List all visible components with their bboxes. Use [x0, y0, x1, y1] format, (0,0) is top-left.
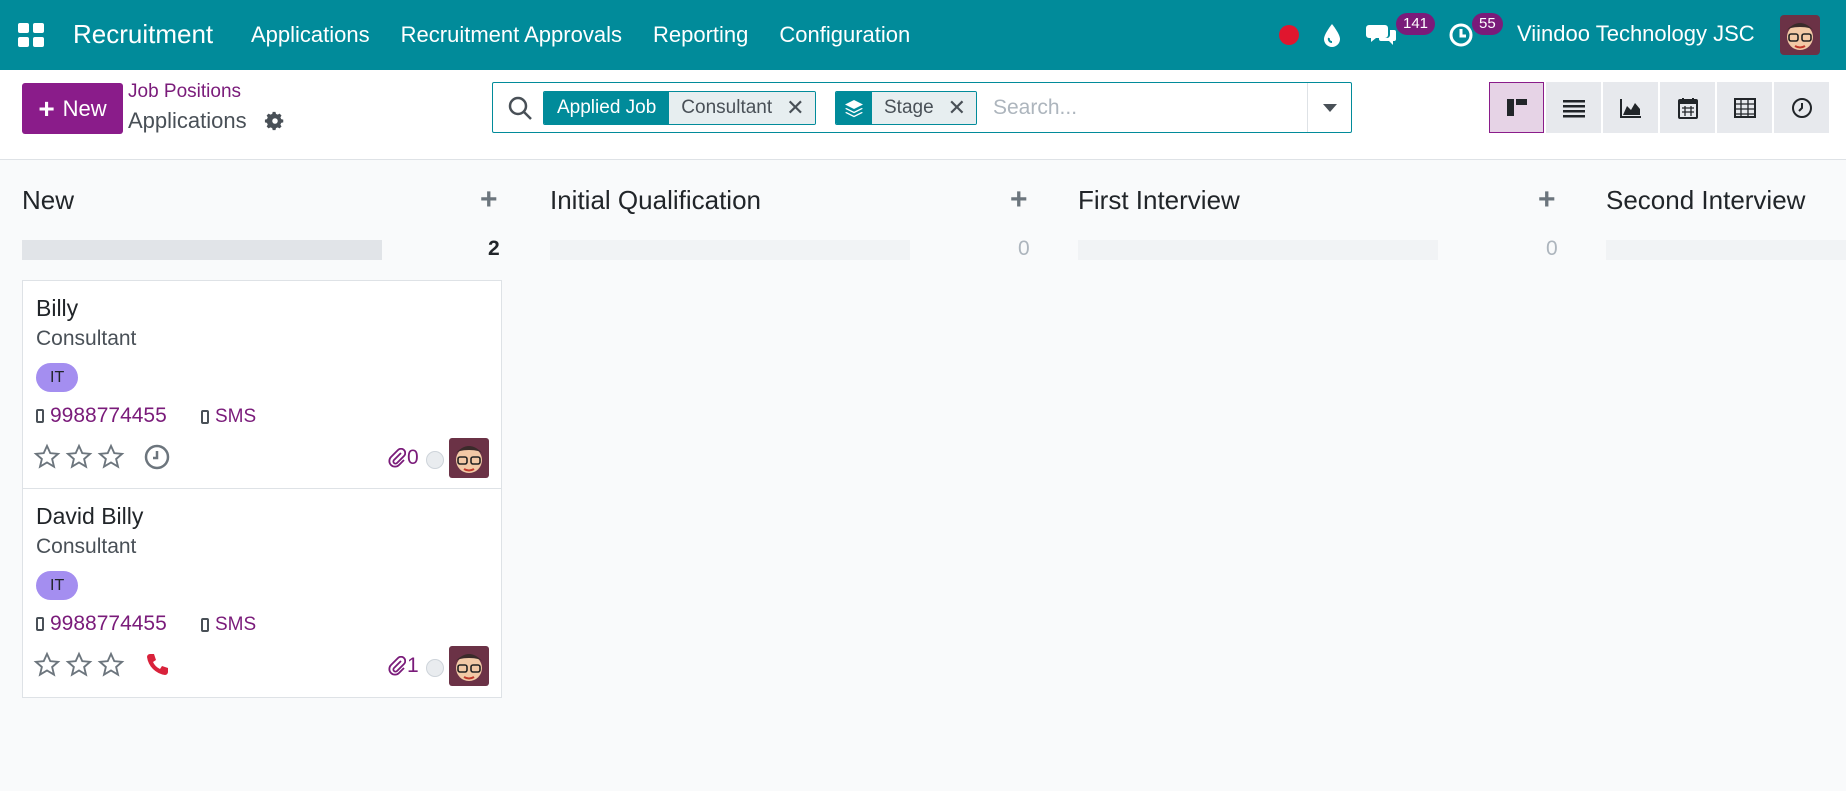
remove-facet-applied-job-icon[interactable]: ✕ — [786, 95, 804, 121]
chat-icon — [1366, 25, 1396, 45]
list-icon — [1562, 99, 1585, 117]
column-count: 0 — [1546, 237, 1558, 260]
assignee-avatar — [449, 438, 489, 478]
kanban-state-dot[interactable] — [426, 659, 444, 677]
attachments-count[interactable]: 0 — [388, 446, 419, 470]
assignee-avatar — [449, 646, 489, 686]
breadcrumb-current: Applications — [128, 108, 247, 133]
search-input[interactable] — [993, 91, 1293, 125]
new-button[interactable]: + New — [22, 83, 123, 134]
messages-button[interactable]: 141 — [1366, 0, 1436, 70]
mobile-icon — [36, 409, 44, 423]
mobile-icon — [201, 410, 209, 424]
phone-link[interactable]: 9988774455 — [36, 404, 167, 428]
applicant-card[interactable]: David Billy Consultant IT 9988774455 SMS… — [22, 488, 502, 698]
search-bar: Applied Job Consultant ✕ Stage ✕ — [492, 82, 1352, 133]
paperclip-icon — [388, 656, 406, 676]
record-dot-icon — [1279, 25, 1299, 45]
column-title: Initial Qualification — [550, 185, 761, 215]
column-progress-bar[interactable] — [22, 240, 382, 260]
phone-icon[interactable] — [143, 651, 171, 679]
applicant-job: Consultant — [36, 535, 137, 558]
activities-button[interactable]: 55 — [1447, 0, 1503, 70]
column-progress-bar[interactable] — [1606, 240, 1846, 260]
user-avatar[interactable] — [1780, 15, 1820, 55]
caret-down-icon — [1322, 103, 1337, 112]
applicant-name: David Billy — [36, 503, 144, 529]
mobile-icon — [36, 617, 44, 631]
menu-reporting[interactable]: Reporting — [653, 22, 748, 48]
priority-stars — [33, 651, 129, 679]
column-quick-create-icon[interactable]: + — [1538, 185, 1556, 215]
facet-applied-job: Applied Job Consultant ✕ — [543, 91, 816, 125]
column-count: 2 — [488, 237, 500, 260]
star-icon[interactable] — [65, 651, 93, 679]
sms-link[interactable]: SMS — [201, 406, 256, 428]
attachments-count[interactable]: 1 — [388, 654, 419, 678]
column-count: 0 — [1018, 237, 1030, 260]
tag-badge: IT — [36, 363, 79, 392]
priority-stars — [33, 443, 129, 471]
kanban-state-dot[interactable] — [426, 451, 444, 469]
gear-icon[interactable] — [264, 110, 286, 132]
column-quick-create-icon[interactable]: + — [1010, 185, 1028, 215]
company-switcher[interactable]: Viindoo Technology JSC — [1517, 21, 1755, 47]
applicant-name: Billy — [36, 295, 79, 321]
view-list-button[interactable] — [1546, 82, 1601, 133]
plus-icon: + — [38, 92, 55, 124]
clock-icon[interactable] — [143, 443, 171, 471]
phone-link[interactable]: 9988774455 — [36, 612, 167, 636]
view-graph-button[interactable] — [1603, 82, 1658, 133]
view-kanban-button[interactable] — [1489, 82, 1544, 133]
area-chart-icon — [1619, 98, 1641, 118]
view-activity-button[interactable] — [1774, 82, 1829, 133]
search-options-toggle[interactable] — [1307, 83, 1351, 132]
star-icon[interactable] — [33, 443, 61, 471]
control-panel: + New Job Positions Applications Applied … — [0, 70, 1846, 160]
column-quick-create-icon[interactable]: + — [480, 185, 498, 215]
layers-icon — [836, 92, 872, 124]
remove-facet-stage-icon[interactable]: ✕ — [948, 95, 966, 121]
paperclip-icon — [388, 448, 406, 468]
mobile-icon — [201, 618, 209, 632]
menu-recruitment-approvals[interactable]: Recruitment Approvals — [401, 22, 622, 48]
facet-stage: Stage ✕ — [835, 91, 978, 125]
tag-badge: IT — [36, 571, 79, 600]
column-progress-bar[interactable] — [1078, 240, 1438, 260]
view-switcher — [1489, 82, 1831, 133]
clock-icon — [1791, 97, 1812, 118]
star-icon[interactable] — [33, 651, 61, 679]
column-progress-bar[interactable] — [550, 240, 910, 260]
app-title[interactable]: Recruitment — [73, 19, 213, 50]
view-calendar-button[interactable] — [1660, 82, 1715, 133]
view-pivot-button[interactable] — [1717, 82, 1772, 133]
star-icon[interactable] — [97, 443, 125, 471]
column-title: First Interview — [1078, 185, 1240, 215]
recording-indicator[interactable] — [1279, 0, 1299, 70]
column-title: Second Interview — [1606, 185, 1806, 215]
menu-applications[interactable]: Applications — [251, 22, 370, 48]
messages-badge: 141 — [1396, 13, 1436, 35]
star-icon[interactable] — [97, 651, 125, 679]
kanban-icon — [1506, 98, 1527, 116]
drop-icon[interactable] — [1322, 0, 1342, 70]
main-menu: Applications Recruitment Approvals Repor… — [251, 0, 941, 70]
sms-link[interactable]: SMS — [201, 614, 256, 636]
breadcrumb-job-positions[interactable]: Job Positions — [128, 81, 241, 103]
applicant-job: Consultant — [36, 327, 137, 350]
top-navbar: Recruitment Applications Recruitment App… — [0, 0, 1846, 70]
star-icon[interactable] — [65, 443, 93, 471]
column-title: New — [22, 185, 75, 215]
menu-configuration[interactable]: Configuration — [779, 22, 910, 48]
clock-icon — [1449, 23, 1473, 47]
table-icon — [1733, 97, 1756, 118]
applicant-card[interactable]: Billy Consultant IT 9988774455 SMS 0 — [22, 280, 502, 489]
search-icon — [508, 96, 532, 120]
app-menu-icon[interactable] — [18, 23, 46, 47]
activities-badge: 55 — [1472, 13, 1503, 35]
calendar-icon — [1677, 97, 1698, 119]
